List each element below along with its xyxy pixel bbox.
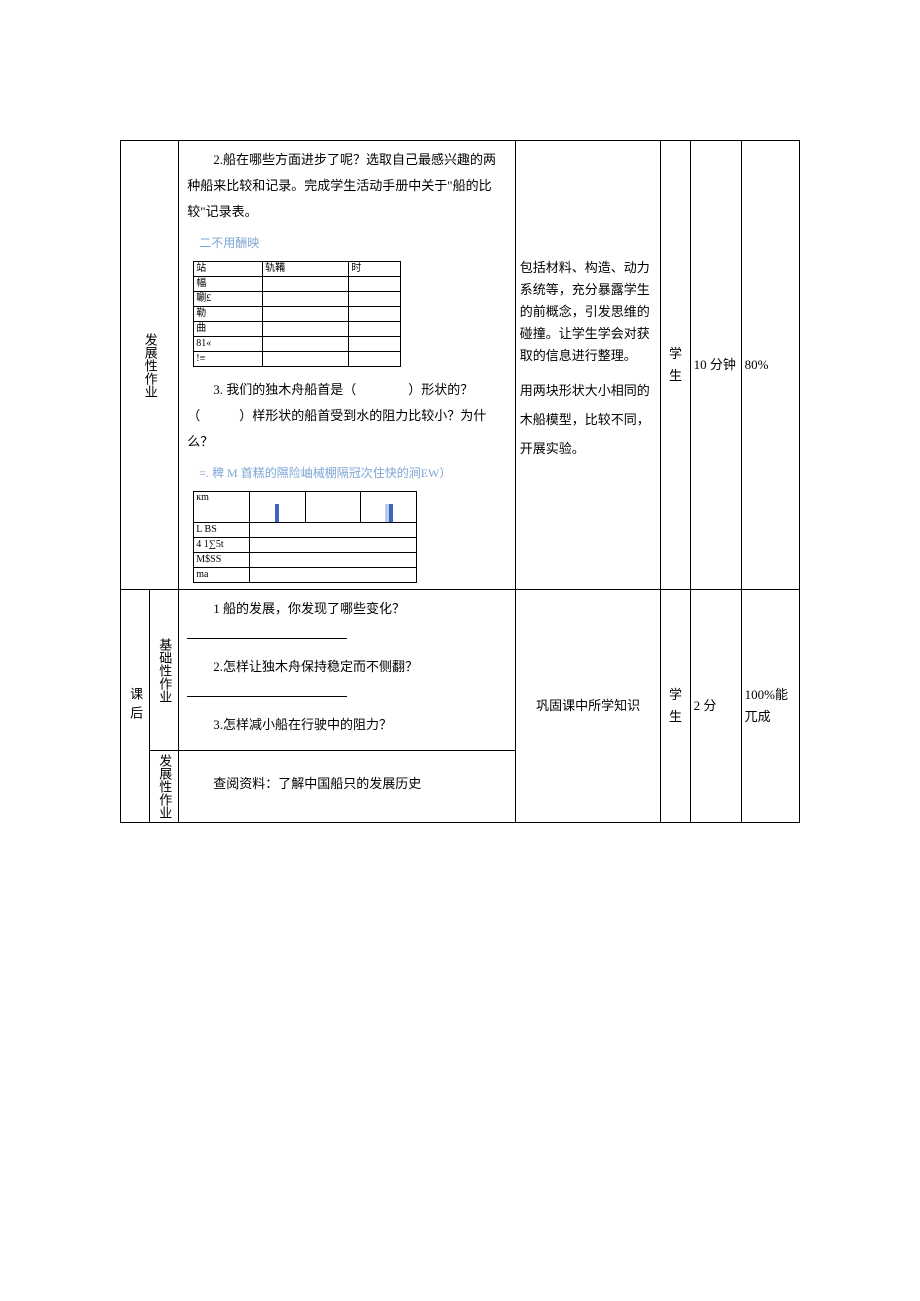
r2-dev-text: 查阅资料：了解中国船只的发展历史 — [187, 771, 506, 797]
inner2-c3: 4 1∑5t — [194, 538, 250, 553]
inner1-c8: 81« — [194, 337, 263, 352]
r2-feedback: 巩固课中所学知识 — [515, 590, 661, 823]
r2-pct: 100%能兀成 — [741, 590, 799, 823]
inner1-c9: !≡ — [194, 352, 263, 367]
r2-dev-content: 查阅资料：了解中国船只的发展历史 — [179, 751, 515, 823]
inner1-c4: 幅 — [194, 277, 263, 292]
category-dev-1: 发展性作业 — [121, 141, 179, 590]
category-dev-2: 发展性作业 — [150, 751, 179, 823]
r1-pct: 80% — [741, 141, 799, 590]
r2-who: 学生 — [661, 590, 690, 823]
inner2-bar-empty — [305, 492, 361, 523]
inner2-c2: L BS — [194, 523, 250, 538]
r2-q2: 2.怎样让独木舟保持稳定而不侧翻？ — [187, 654, 506, 706]
inner1-c1: 站 — [194, 262, 263, 277]
r1-inner-table-2: кm L BS 4 1∑5t M$SS ma — [193, 491, 417, 583]
inner2-bar-2 — [361, 492, 417, 523]
inner2-c4: M$SS — [194, 553, 250, 568]
r1-time: 10 分钟 — [690, 141, 741, 590]
r2-basic-content: 1 船的发展，你发现了哪些变化？ 2.怎样让独木舟保持稳定而不侧翻？ 3.怎样减… — [179, 590, 515, 751]
r1-inner-table-1: 站 轨鞴 时 幅 唰£ 勒 曲 81« !≡ — [193, 261, 401, 367]
inner1-c2: 轨鞴 — [263, 262, 349, 277]
r1-feedback-p1: 包括材料、构造、动力系统等，充分暴露学生的前概念，引发思维的碰撞。让学生学会对获… — [520, 257, 657, 367]
inner2-bar-1 — [249, 492, 305, 523]
r1-feedback-p2: 用两块形状大小相同的木船模型，比较不同，开展实验。 — [520, 377, 657, 463]
r1-faint-label-2: =. 稗 M 首糕的隰险岫械棚隔冠次住快的涧EW） — [187, 461, 506, 485]
inner1-c6: 勒 — [194, 307, 263, 322]
inner1-c7: 曲 — [194, 322, 263, 337]
inner1-c5: 唰£ — [194, 292, 263, 307]
stage-after-class: 课后 — [121, 590, 150, 823]
lesson-plan-table: 发展性作业 2.船在哪些方面进步了呢？选取自己最感兴趣的两种船来比较和记录。完成… — [120, 140, 800, 823]
r1-q3: 3. 我们的独木舟船首是（ ）形状的？（ ）样形状的船首受到水的阻力比较小？为什… — [187, 377, 506, 455]
inner2-c1: кm — [194, 492, 250, 523]
r1-q2: 2.船在哪些方面进步了呢？选取自己最感兴趣的两种船来比较和记录。完成学生活动手册… — [187, 147, 506, 225]
r1-feedback: 包括材料、构造、动力系统等，充分暴露学生的前概念，引发思维的碰撞。让学生学会对获… — [515, 141, 661, 590]
r1-content: 2.船在哪些方面进步了呢？选取自己最感兴趣的两种船来比较和记录。完成学生活动手册… — [179, 141, 515, 590]
r2-q3: 3.怎样减小船在行驶中的阻力？ — [187, 712, 506, 738]
r2-time: 2 分 — [690, 590, 741, 823]
r2-q1: 1 船的发展，你发现了哪些变化？ — [187, 596, 506, 648]
inner2-c5: ma — [194, 568, 250, 583]
category-basic: 基础性作业 — [150, 590, 179, 751]
r1-faint-label-1: 二不用酬映 — [187, 231, 506, 255]
inner1-c3: 时 — [349, 262, 401, 277]
r1-who: 学生 — [661, 141, 690, 590]
